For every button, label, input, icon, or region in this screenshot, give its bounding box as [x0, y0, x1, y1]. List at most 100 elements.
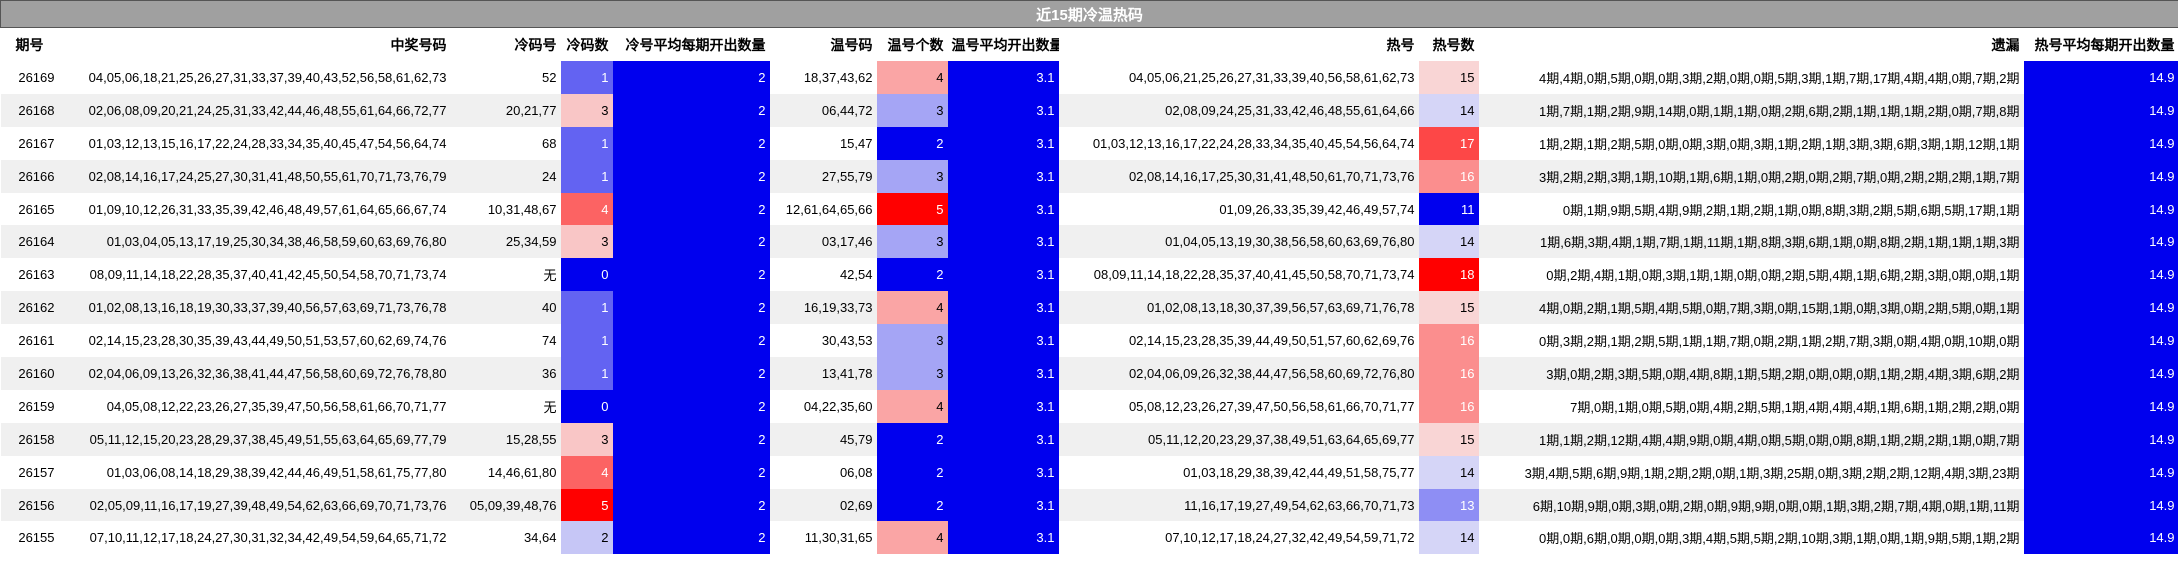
table-row[interactable]: 26160 02,04,06,09,13,26,32,36,38,41,44,47…	[0, 357, 2178, 390]
cell-warm-avg: 3.1	[947, 126, 1059, 160]
cell-warm-count: 4	[876, 389, 948, 423]
cell-cold-count: 0	[560, 258, 613, 292]
cell-cold: 无	[450, 258, 561, 292]
cell-cold-avg: 2	[612, 521, 770, 555]
cell-warm-avg: 3.1	[947, 159, 1059, 193]
cell-period: 26168	[0, 93, 59, 127]
table-row[interactable]: 26168 02,06,08,09,20,21,24,25,31,33,42,44…	[0, 93, 2178, 127]
cell-cold: 14,46,61,80	[450, 455, 561, 489]
cell-period: 26167	[0, 126, 59, 160]
table-row[interactable]: 26163 08,09,11,14,18,22,28,35,37,40,41,42…	[0, 258, 2178, 292]
cell-hot-count: 15	[1418, 291, 1479, 325]
cell-numbers: 02,05,09,11,16,17,19,27,39,48,49,54,62,6…	[58, 488, 451, 522]
cell-warm-count: 5	[876, 192, 948, 226]
col-header-warm-count[interactable]: 温号个数	[876, 27, 948, 61]
col-header-warm-avg[interactable]: 温号平均开出数量	[947, 27, 1059, 61]
cell-period: 26166	[0, 159, 59, 193]
cell-warm-avg: 3.1	[947, 258, 1059, 292]
cell-miss: 0期,3期,2期,1期,2期,5期,1期,1期,7期,0期,2期,1期,2期,7…	[1478, 324, 2024, 358]
cell-numbers: 02,14,15,23,28,30,35,39,43,44,49,50,51,5…	[58, 324, 451, 358]
col-header-cold-avg[interactable]: 冷号平均每期开出数量	[612, 27, 770, 61]
cell-warm-avg: 3.1	[947, 455, 1059, 489]
cell-cold: 36	[450, 357, 561, 390]
cell-warm-count: 2	[876, 422, 948, 456]
cell-hot: 02,04,06,09,26,32,38,44,47,56,58,60,69,7…	[1058, 357, 1419, 390]
col-header-period[interactable]: 期号	[0, 27, 59, 61]
col-header-miss[interactable]: 遗漏	[1478, 27, 2024, 61]
cell-cold: 05,09,39,48,76	[450, 488, 561, 522]
cell-warm: 06,08	[769, 455, 877, 489]
cell-hot: 02,08,09,24,25,31,33,42,46,48,55,61,64,6…	[1058, 93, 1419, 127]
cell-warm-count: 3	[876, 324, 948, 358]
cell-hot-count: 16	[1418, 324, 1479, 358]
table-row[interactable]: 26157 01,03,06,08,14,18,29,38,39,42,44,46…	[0, 455, 2178, 489]
table-row[interactable]: 26156 02,05,09,11,16,17,19,27,39,48,49,54…	[0, 488, 2178, 522]
cell-numbers: 07,10,11,12,17,18,24,27,30,31,32,34,42,4…	[58, 521, 451, 555]
cell-warm-count: 3	[876, 357, 948, 390]
col-header-cold-count[interactable]: 冷码数	[560, 27, 613, 61]
cell-numbers: 04,05,06,18,21,25,26,27,31,33,37,39,40,4…	[58, 61, 451, 94]
col-header-hot-count[interactable]: 热号数	[1418, 27, 1479, 61]
cell-cold-count: 5	[560, 488, 613, 522]
col-header-cold[interactable]: 冷码号	[450, 27, 561, 61]
cell-hot: 01,04,05,13,19,30,38,56,58,60,63,69,76,8…	[1058, 225, 1419, 259]
cell-period: 26161	[0, 324, 59, 358]
stats-table: 近15期冷温热码 期号 中奖号码 冷码号 冷码数 冷号平均每期开出数量 温号码 …	[0, 0, 2178, 555]
cell-warm-avg: 3.1	[947, 61, 1059, 94]
cell-warm-count: 3	[876, 159, 948, 193]
cell-cold-avg: 2	[612, 488, 770, 522]
cell-warm-count: 2	[876, 126, 948, 160]
cell-warm: 27,55,79	[769, 159, 877, 193]
cell-numbers: 02,08,14,16,17,24,25,27,30,31,41,48,50,5…	[58, 159, 451, 193]
cell-period: 26169	[0, 61, 59, 94]
table-row[interactable]: 26164 01,03,04,05,13,17,19,25,30,34,38,46…	[0, 225, 2178, 259]
cell-cold-avg: 2	[612, 93, 770, 127]
cell-cold-count: 1	[560, 324, 613, 358]
cell-cold: 34,64	[450, 521, 561, 555]
table-row[interactable]: 26158 05,11,12,15,20,23,28,29,37,38,45,49…	[0, 422, 2178, 456]
table-row[interactable]: 26162 01,02,08,13,16,18,19,30,33,37,39,40…	[0, 291, 2178, 325]
cell-period: 26159	[0, 389, 59, 423]
cell-cold: 40	[450, 291, 561, 325]
cell-hot: 02,14,15,23,28,35,39,44,49,50,51,57,60,6…	[1058, 324, 1419, 358]
table-row[interactable]: 26165 01,09,10,12,26,31,33,35,39,42,46,48…	[0, 192, 2178, 226]
cell-cold: 25,34,59	[450, 225, 561, 259]
cell-cold: 无	[450, 389, 561, 423]
cell-warm-avg: 3.1	[947, 291, 1059, 325]
cell-cold-avg: 2	[612, 357, 770, 390]
cell-miss: 1期,6期,3期,4期,1期,7期,1期,11期,1期,8期,3期,6期,1期,…	[1478, 225, 2024, 259]
cell-miss: 3期,4期,5期,6期,9期,1期,2期,2期,0期,1期,3期,25期,0期,…	[1478, 455, 2024, 489]
cell-hot-avg: 14.9	[2023, 324, 2178, 358]
table-row[interactable]: 26166 02,08,14,16,17,24,25,27,30,31,41,48…	[0, 159, 2178, 193]
cell-hot-count: 11	[1418, 192, 1479, 226]
cell-hot: 01,03,18,29,38,39,42,44,49,51,58,75,77	[1058, 455, 1419, 489]
cell-warm: 03,17,46	[769, 225, 877, 259]
col-header-warm[interactable]: 温号码	[769, 27, 877, 61]
col-header-hot-avg[interactable]: 热号平均每期开出数量	[2023, 27, 2178, 61]
table-row[interactable]: 26159 04,05,08,12,22,23,26,27,35,39,47,50…	[0, 389, 2178, 423]
col-header-numbers[interactable]: 中奖号码	[58, 27, 451, 61]
col-header-hot[interactable]: 热号	[1058, 27, 1419, 61]
cell-numbers: 01,09,10,12,26,31,33,35,39,42,46,48,49,5…	[58, 192, 451, 226]
cell-miss: 4期,4期,0期,5期,0期,0期,3期,2期,0期,0期,5期,3期,1期,7…	[1478, 61, 2024, 94]
cell-cold-avg: 2	[612, 192, 770, 226]
table-row[interactable]: 26161 02,14,15,23,28,30,35,39,43,44,49,50…	[0, 324, 2178, 358]
cell-hot-avg: 14.9	[2023, 291, 2178, 325]
cell-hot-avg: 14.9	[2023, 357, 2178, 390]
cell-cold: 74	[450, 324, 561, 358]
cell-cold-count: 1	[560, 357, 613, 390]
cell-cold-avg: 2	[612, 422, 770, 456]
cell-cold-count: 1	[560, 291, 613, 325]
cell-cold-avg: 2	[612, 61, 770, 94]
table-row[interactable]: 26167 01,03,12,13,15,16,17,22,24,28,33,34…	[0, 126, 2178, 160]
cell-numbers: 08,09,11,14,18,22,28,35,37,40,41,42,45,5…	[58, 258, 451, 292]
table-row[interactable]: 26169 04,05,06,18,21,25,26,27,31,33,37,39…	[0, 61, 2178, 94]
cell-cold-count: 0	[560, 389, 613, 423]
cell-hot-avg: 14.9	[2023, 159, 2178, 193]
cell-cold-count: 4	[560, 192, 613, 226]
cell-cold: 10,31,48,67	[450, 192, 561, 226]
table-row[interactable]: 26155 07,10,11,12,17,18,24,27,30,31,32,34…	[0, 521, 2178, 555]
cell-period: 26160	[0, 357, 59, 390]
cell-period: 26156	[0, 488, 59, 522]
cell-hot-count: 18	[1418, 258, 1479, 292]
